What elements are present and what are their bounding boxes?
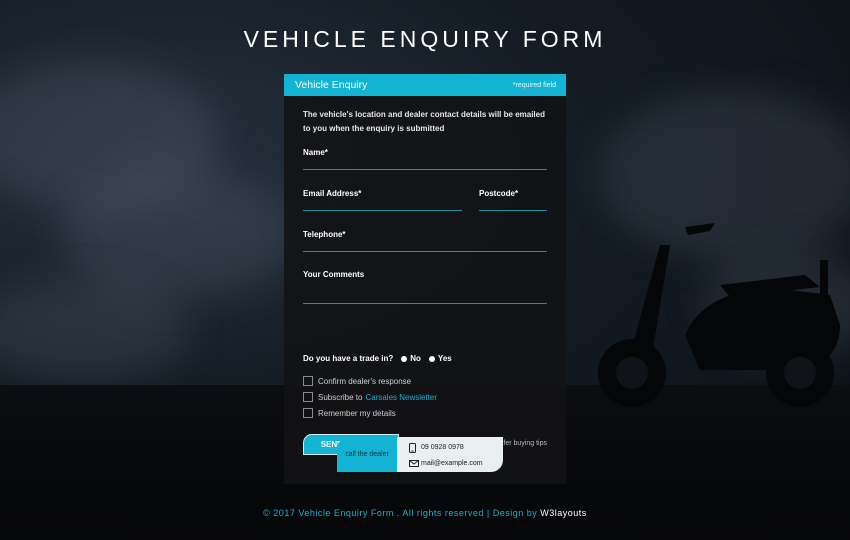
form-header-title: Vehicle Enquiry [295, 79, 368, 91]
page-title: VEHICLE ENQUIRY FORM [243, 26, 607, 52]
mail-icon [409, 459, 421, 467]
email-label: Email Address* [303, 189, 362, 198]
confirm-checkbox-row[interactable]: Confirm dealer's response [303, 376, 411, 386]
scooter-silhouette-icon [598, 223, 840, 407]
subscribe-checkbox[interactable] [303, 392, 313, 402]
name-label: Name* [303, 148, 328, 157]
postcode-field[interactable]: Postcode* [479, 183, 547, 211]
dealer-phone: 09 0928 0978 [421, 444, 464, 451]
trade-in-yes-label[interactable]: Yes [438, 354, 452, 363]
confirm-label: Confirm dealer's response [318, 376, 412, 386]
remember-label: Remember my details [318, 408, 396, 418]
postcode-label: Postcode* [479, 189, 519, 198]
confirm-checkbox[interactable] [303, 376, 313, 386]
email-field[interactable]: Email Address* [303, 183, 462, 211]
trade-in-row: Do you have a trade in? No Yes [303, 354, 452, 363]
remember-checkbox-row[interactable]: Remember my details [303, 408, 396, 418]
form-notice: The vehicle's location and dealer contac… [303, 110, 545, 133]
comments-label: Your Comments [303, 270, 365, 279]
telephone-label: Telephone* [303, 230, 346, 239]
remember-checkbox[interactable] [303, 408, 313, 418]
trade-in-question: Do you have a trade in? [303, 354, 394, 363]
trade-in-no-label[interactable]: No [410, 354, 421, 363]
required-note: *required field [512, 81, 556, 89]
footer: © 2017 Vehicle Enquiry Form . All rights… [0, 508, 850, 518]
telephone-field[interactable]: Telephone* [303, 224, 547, 252]
trade-in-no-radio[interactable] [401, 355, 408, 362]
subscribe-checkbox-row[interactable]: Subscribe to Carsales Newsletter [303, 392, 437, 402]
footer-text: © 2017 Vehicle Enquiry Form . All rights… [263, 508, 538, 518]
form-header: Vehicle Enquiry *required field [284, 74, 566, 96]
dealer-contact: call the dealer 09 0928 0978 mail@exampl… [337, 437, 503, 472]
newsletter-link[interactable]: Carsales Newsletter [365, 393, 437, 402]
phone-icon [409, 442, 421, 453]
dealer-email-row[interactable]: mail@example.com [409, 459, 503, 467]
dealer-phone-row[interactable]: 09 0928 0978 [409, 442, 503, 453]
enquiry-form: Vehicle Enquiry *required field The vehi… [284, 74, 566, 484]
dealer-email: mail@example.com [421, 459, 483, 467]
call-dealer-label[interactable]: call the dealer [337, 437, 397, 472]
footer-brand-link[interactable]: W3layouts [540, 508, 587, 518]
subscribe-label: Subscribe to [318, 392, 363, 402]
comments-field[interactable]: Your Comments [303, 264, 547, 304]
name-field[interactable]: Name* [303, 142, 547, 170]
trade-in-yes-radio[interactable] [428, 355, 435, 362]
